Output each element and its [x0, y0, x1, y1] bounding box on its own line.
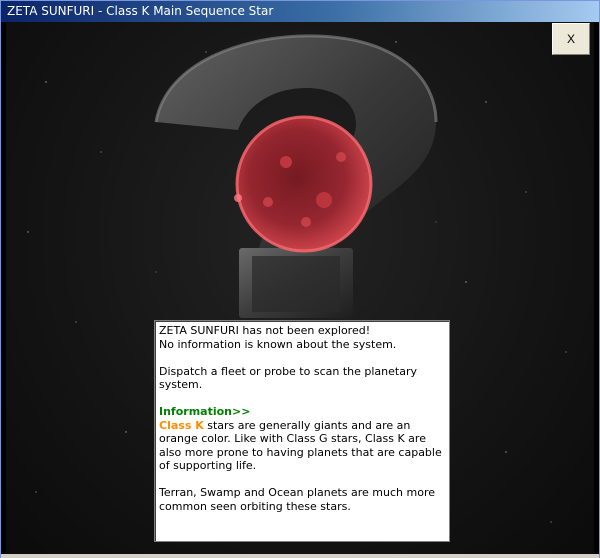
star-viewport: X ZETA SUNFURI has not been explored! No…	[6, 22, 594, 554]
unexplored-line: ZETA SUNFURI has not been explored!	[159, 324, 371, 337]
title-bar[interactable]: ZETA SUNFURI - Class K Main Sequence Sta…	[1, 1, 599, 22]
unknown-info-line: No information is known about the system…	[159, 337, 397, 351]
close-button[interactable]: X	[552, 23, 590, 55]
red-star-icon	[234, 115, 373, 253]
dispatch-text: Dispatch a fleet or probe to scan the pl…	[159, 364, 417, 392]
system-info-panel: ZETA SUNFURI has not been explored! No i…	[154, 320, 450, 542]
window-title: ZETA SUNFURI - Class K Main Sequence Sta…	[7, 4, 274, 18]
class-label: Class K	[159, 418, 204, 432]
window-bottom-border	[1, 554, 599, 558]
star-info-window: ZETA SUNFURI - Class K Main Sequence Sta…	[0, 0, 600, 558]
planets-text: Terran, Swamp and Ocean planets are much…	[159, 486, 436, 513]
information-heading: Information>>	[159, 405, 251, 418]
